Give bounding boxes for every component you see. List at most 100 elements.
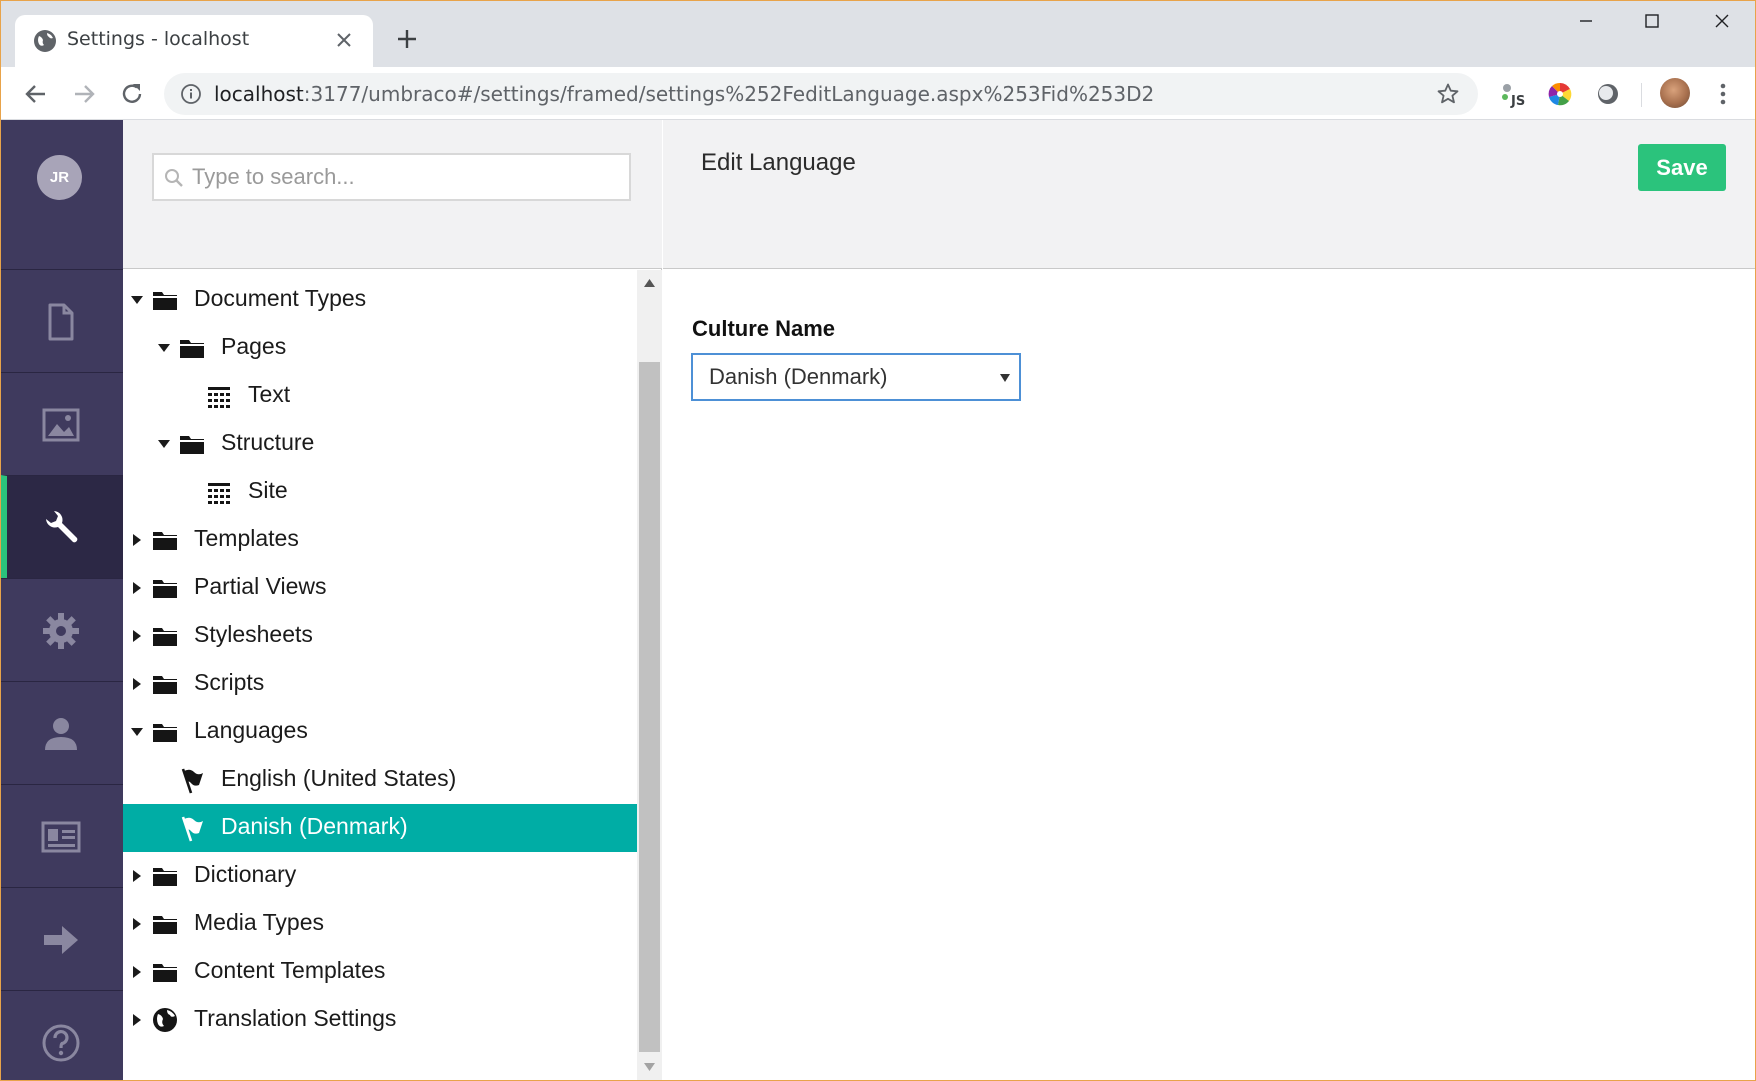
caret-down-icon[interactable]: [157, 437, 171, 451]
tree-item-label: Structure: [221, 429, 315, 455]
image-icon: [42, 408, 80, 442]
folder-icon: [153, 580, 177, 598]
tree-item-label: Danish (Denmark): [221, 813, 408, 839]
culture-select[interactable]: Danish (Denmark): [691, 353, 1021, 401]
tree-item[interactable]: Text: [123, 372, 637, 420]
editor-header: Edit Language Save: [663, 120, 1755, 269]
minimize-window-icon[interactable]: [1563, 13, 1609, 49]
tree-item[interactable]: Content Templates: [123, 948, 637, 996]
dropdown-caret-icon: [1000, 374, 1010, 382]
document-icon: [48, 303, 74, 341]
caret-down-icon[interactable]: [130, 725, 144, 739]
tree-item[interactable]: Pages: [123, 324, 637, 372]
sidebar-item-developer[interactable]: [1, 578, 123, 681]
browser-tab[interactable]: Settings - localhost: [15, 15, 373, 67]
browser-window: Settings - localhost localhost:3177/umbr…: [0, 0, 1756, 1081]
back-arrow-icon[interactable]: [21, 79, 51, 109]
profile-avatar[interactable]: [1660, 78, 1690, 108]
browser-menu-icon[interactable]: [1713, 81, 1733, 107]
close-tab-icon[interactable]: [333, 29, 355, 51]
url-text: localhost:3177/umbraco#/settings/framed/…: [214, 82, 1154, 106]
close-window-icon[interactable]: [1699, 13, 1745, 49]
save-button[interactable]: Save: [1638, 144, 1726, 191]
user-avatar[interactable]: JR: [37, 155, 82, 200]
section-sidebar: JR: [1, 120, 123, 1080]
caret-right-icon[interactable]: [130, 869, 144, 883]
tree-item[interactable]: Scripts: [123, 660, 637, 708]
new-tab-plus-icon[interactable]: [394, 26, 420, 52]
js-extension-icon[interactable]: JS: [1499, 80, 1527, 108]
tree-item[interactable]: Media Types: [123, 900, 637, 948]
caret-right-icon[interactable]: [130, 677, 144, 691]
tree-item-label: Document Types: [194, 285, 367, 311]
tree-item[interactable]: Structure: [123, 420, 637, 468]
caret-right-icon[interactable]: [130, 1013, 144, 1027]
tree-item[interactable]: Dictionary: [123, 852, 637, 900]
umbraco-app: JR Type to search... Document Types Page…: [1, 120, 1755, 1080]
circle-extension-icon[interactable]: [1594, 80, 1622, 108]
maximize-window-icon[interactable]: [1629, 13, 1675, 49]
tree-item[interactable]: Stylesheets: [123, 612, 637, 660]
address-bar[interactable]: localhost:3177/umbraco#/settings/framed/…: [164, 73, 1478, 115]
tree-item[interactable]: Document Types: [123, 276, 637, 324]
tree-item-label: Site: [248, 477, 288, 503]
browser-titlebar: Settings - localhost: [1, 1, 1755, 67]
tree-item[interactable]: English (United States): [123, 756, 637, 804]
editor-panel: Edit Language Save Culture Name Danish (…: [663, 120, 1755, 1080]
tree-scrollbar[interactable]: [637, 270, 662, 1080]
caret-right-icon[interactable]: [130, 917, 144, 931]
sidebar-item-media[interactable]: [1, 372, 123, 475]
bookmark-star-icon[interactable]: [1436, 82, 1460, 106]
tree-item-label: Pages: [221, 333, 287, 359]
sidebar-item-help[interactable]: [1, 990, 123, 1080]
culture-select-value: Danish (Denmark): [709, 364, 888, 389]
tree-item-label: English (United States): [221, 765, 457, 791]
sidebar-item-content[interactable]: [1, 269, 123, 372]
arrow-right-icon: [44, 926, 78, 954]
tree-item[interactable]: Languages: [123, 708, 637, 756]
tree-item[interactable]: Site: [123, 468, 637, 516]
page-title: Edit Language: [701, 149, 856, 176]
caret-right-icon[interactable]: [130, 629, 144, 643]
tree-item[interactable]: Danish (Denmark): [123, 804, 637, 852]
scroll-down-arrow-icon[interactable]: [643, 1062, 656, 1072]
settings-tree: Document Types Pages Text Structure Site Temp…: [123, 270, 637, 1080]
tree-panel: Document Types Pages Text Structure Site Temp…: [123, 120, 662, 1080]
tree-item[interactable]: Templates: [123, 516, 637, 564]
caret-down-icon[interactable]: [130, 293, 144, 307]
caret-right-icon[interactable]: [130, 533, 144, 547]
globe-icon: [153, 1008, 177, 1032]
tree-item[interactable]: Partial Views: [123, 564, 637, 612]
color-wheel-extension-icon[interactable]: [1546, 80, 1574, 108]
flag-icon: [181, 816, 203, 842]
search-box[interactable]: [152, 153, 631, 201]
scrollbar-thumb[interactable]: [639, 362, 660, 1052]
site-info-icon[interactable]: [180, 83, 202, 105]
id-card-icon: [41, 821, 81, 853]
gear-icon: [43, 613, 79, 649]
search-icon: [165, 169, 183, 187]
url-host: localhost: [214, 82, 304, 106]
tree-header: [123, 120, 662, 269]
search-input[interactable]: [192, 161, 622, 193]
forward-arrow-icon[interactable]: [69, 79, 99, 109]
scroll-up-arrow-icon[interactable]: [643, 278, 656, 288]
sidebar-item-users[interactable]: [1, 681, 123, 784]
wrench-icon: [46, 511, 78, 543]
doctype-grid-icon: [208, 387, 230, 408]
folder-icon: [153, 628, 177, 646]
sidebar-item-members[interactable]: [1, 784, 123, 887]
svg-text:JS: JS: [1510, 94, 1525, 108]
reload-icon[interactable]: [117, 79, 147, 109]
tree-item-label: Stylesheets: [194, 621, 313, 647]
caret-right-icon[interactable]: [130, 965, 144, 979]
tree-item[interactable]: Translation Settings: [123, 996, 637, 1044]
sidebar-item-settings[interactable]: [1, 475, 123, 578]
caret-down-icon[interactable]: [157, 341, 171, 355]
tree-item-label: Media Types: [194, 909, 324, 935]
tab-title: Settings - localhost: [67, 28, 250, 50]
sidebar-item-forms[interactable]: [1, 887, 123, 990]
caret-right-icon[interactable]: [130, 581, 144, 595]
tree-item-label: Dictionary: [194, 861, 297, 887]
tree-item-label: Translation Settings: [194, 1005, 397, 1031]
